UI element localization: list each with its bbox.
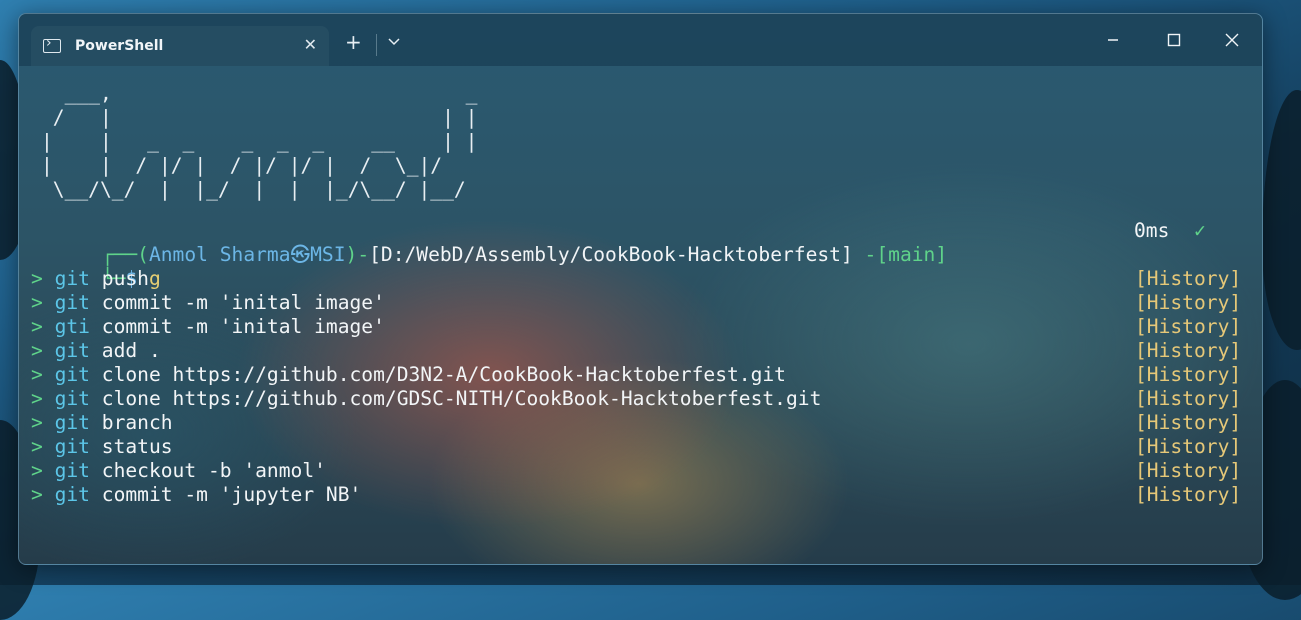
history-source-tag: [History] xyxy=(1135,267,1242,290)
suggestion-args: commit -m 'jupyter NB' xyxy=(89,483,362,506)
suggestion-command: git xyxy=(54,387,90,410)
prompt-git-prefix: -[ xyxy=(852,243,889,266)
close-icon[interactable] xyxy=(1222,30,1242,50)
suggestion-args: commit -m 'inital image' xyxy=(89,291,385,314)
history-suggestion-item[interactable]: > git add . [History] xyxy=(31,339,1262,363)
suggestion-command: git xyxy=(54,291,90,314)
suggestion-args: branch xyxy=(89,411,173,434)
divider xyxy=(376,34,377,56)
history-suggestion-item[interactable]: > git checkout -b 'anmol' [History] xyxy=(31,459,1262,483)
prompt-branch: main xyxy=(888,243,936,266)
suggestion-command: git xyxy=(54,459,90,482)
prompt-path: [D:/WebD/Assembly/CookBook-Hacktoberfest… xyxy=(369,243,853,266)
history-suggestion-item[interactable]: > git push [History] xyxy=(31,267,1262,291)
suggestion-marker: > xyxy=(31,291,43,314)
suggestion-marker: > xyxy=(31,411,43,434)
history-suggestion-item[interactable]: > git branch [History] xyxy=(31,411,1262,435)
suggestion-command: git xyxy=(54,411,90,434)
ascii-art-banner: ___, _ / | | | | | _ _ _ _ _ __ | | | | … xyxy=(41,82,478,201)
execution-time: 0ms xyxy=(1134,219,1170,242)
suggestion-args: add . xyxy=(89,339,161,362)
suggestion-command: gti xyxy=(54,315,90,338)
suggestion-command: git xyxy=(54,483,90,506)
suggestion-marker: > xyxy=(31,483,43,506)
history-suggestion-item[interactable]: > git clone https://github.com/D3N2-A/Co… xyxy=(31,363,1262,387)
terminal-window: PowerShell ✕ + ___, _ / | | | | | _ xyxy=(18,13,1263,565)
tab-powershell[interactable]: PowerShell ✕ xyxy=(31,26,329,66)
history-source-tag: [History] xyxy=(1135,459,1242,482)
history-suggestion-item[interactable]: > git status [History] xyxy=(31,435,1262,459)
suggestion-args: status xyxy=(89,435,173,458)
powershell-icon xyxy=(43,35,61,53)
suggestion-args: push xyxy=(89,267,149,290)
history-source-tag: [History] xyxy=(1135,483,1242,506)
history-source-tag: [History] xyxy=(1135,387,1242,410)
history-suggestion-item[interactable]: > git commit -m 'inital image' [History] xyxy=(31,291,1262,315)
suggestion-command: git xyxy=(54,435,90,458)
suggestion-marker: > xyxy=(31,435,43,458)
history-source-tag: [History] xyxy=(1135,291,1242,314)
tab-close-button[interactable]: ✕ xyxy=(304,35,317,54)
history-source-tag: [History] xyxy=(1135,363,1242,386)
suggestion-args: clone https://github.com/GDSC-NITH/CookB… xyxy=(89,387,822,410)
history-source-tag: [History] xyxy=(1135,411,1242,434)
history-suggestion-item[interactable]: > git commit -m 'jupyter NB' [History] xyxy=(31,483,1262,507)
prompt-git-suffix: ] xyxy=(935,243,948,266)
suggestion-marker: > xyxy=(31,387,43,410)
history-source-tag: [History] xyxy=(1135,315,1242,338)
terminal-content[interactable]: ___, _ / | | | | | _ _ _ _ _ __ | | | | … xyxy=(19,66,1262,564)
suggestion-args: checkout -b 'anmol' xyxy=(89,459,326,482)
suggestion-command: git xyxy=(54,363,90,386)
prompt-dash: - xyxy=(357,243,370,266)
chevron-down-icon[interactable] xyxy=(387,34,401,48)
suggestion-marker: > xyxy=(31,315,43,338)
prompt-at-glyph: ㉿ xyxy=(290,243,311,266)
success-check-icon: ✓ xyxy=(1194,219,1206,242)
maximize-icon[interactable] xyxy=(1164,30,1184,50)
suggestion-command: git xyxy=(54,267,90,290)
minimize-icon[interactable] xyxy=(1103,30,1123,50)
suggestion-args: commit -m 'inital image' xyxy=(89,315,385,338)
prompt-user: Anmol Sharma xyxy=(148,243,291,266)
suggestion-command: git xyxy=(54,339,90,362)
new-tab-button[interactable]: + xyxy=(345,32,362,52)
suggestion-marker: > xyxy=(31,459,43,482)
suggestion-marker: > xyxy=(31,339,43,362)
prompt-paren-close: ) xyxy=(345,243,358,266)
history-source-tag: [History] xyxy=(1135,435,1242,458)
background-foliage xyxy=(1262,90,1301,350)
suggestion-args: clone https://github.com/D3N2-A/CookBook… xyxy=(89,363,786,386)
history-suggestion-item[interactable]: > gti commit -m 'inital image' [History] xyxy=(31,315,1262,339)
history-suggestion-item[interactable]: > git clone https://github.com/GDSC-NITH… xyxy=(31,387,1262,411)
suggestion-marker: > xyxy=(31,363,43,386)
suggestion-marker: > xyxy=(31,267,43,290)
tab-title: PowerShell xyxy=(75,38,164,54)
prompt-host: MSI xyxy=(310,243,346,266)
history-source-tag: [History] xyxy=(1135,339,1242,362)
title-bar: PowerShell ✕ + xyxy=(19,14,1262,66)
